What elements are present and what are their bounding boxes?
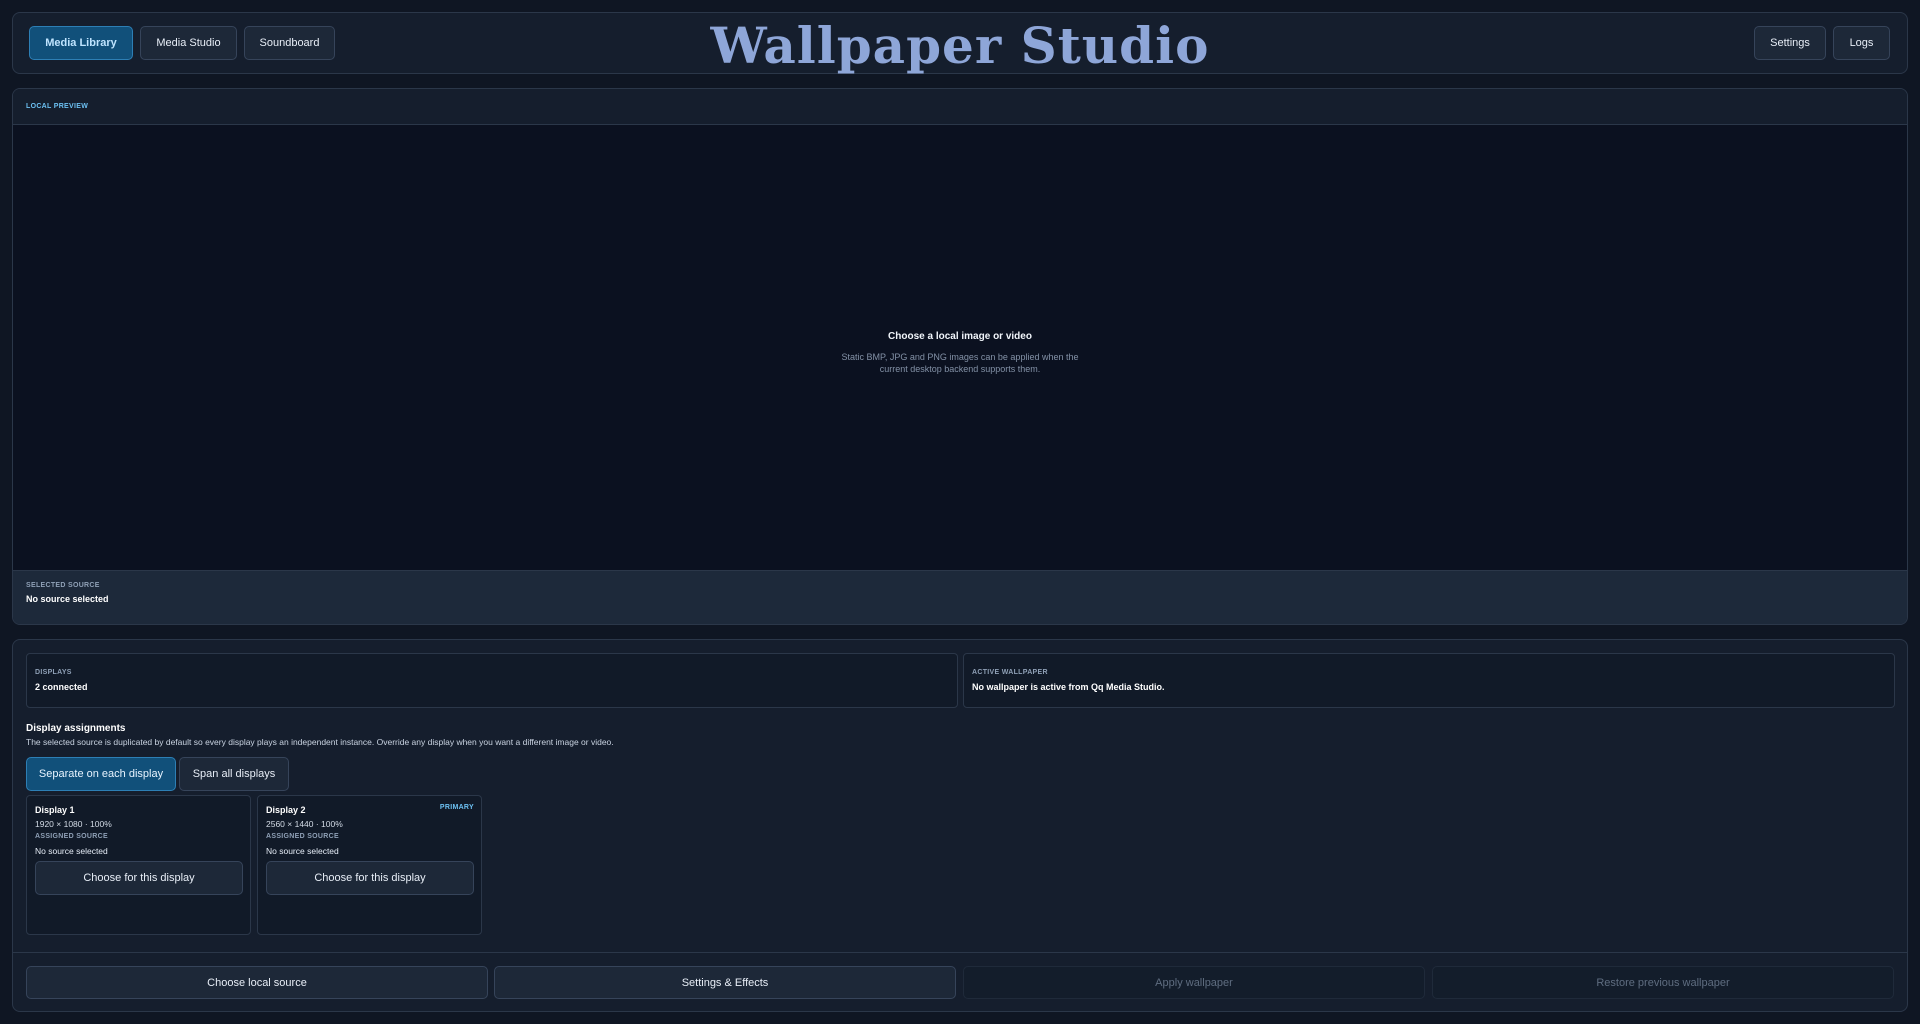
choose-for-display-button[interactable]: Choose for this display (35, 861, 243, 895)
display-resolution: 2560 × 1440 · 100% (266, 819, 343, 829)
restore-wallpaper-button[interactable]: Restore previous wallpaper (1432, 966, 1894, 999)
preview-header: LOCAL PREVIEW (13, 89, 1907, 125)
assigned-source-label: ASSIGNED SOURCE (266, 833, 339, 840)
display-name: Display 1 (35, 805, 75, 815)
preview-stage[interactable]: Choose a local image or video Static BMP… (13, 125, 1907, 570)
displays-card: DISPLAYS 2 connected (26, 653, 958, 708)
display-name: Display 2 (266, 805, 306, 815)
apply-wallpaper-button[interactable]: Apply wallpaper (963, 966, 1425, 999)
preview-label: LOCAL PREVIEW (26, 103, 89, 110)
selected-source-value: No source selected (26, 594, 109, 604)
display-settings-panel: DISPLAYS 2 connected ACTIVE WALLPAPER No… (12, 639, 1908, 1012)
tab-media-studio[interactable]: Media Studio (140, 26, 237, 60)
assignments-title: Display assignments (26, 723, 126, 734)
mode-span-button[interactable]: Span all displays (179, 757, 289, 791)
empty-state-title: Choose a local image or video (888, 331, 1032, 342)
settings-button[interactable]: Settings (1754, 26, 1826, 60)
choose-local-source-button[interactable]: Choose local source (26, 966, 488, 999)
action-divider (13, 952, 1907, 953)
active-wallpaper-value: No wallpaper is active from Qq Media Stu… (972, 682, 1165, 692)
selected-source-label: SELECTED SOURCE (26, 582, 100, 589)
selected-source-bar: SELECTED SOURCE No source selected (13, 570, 1907, 624)
primary-badge: PRIMARY (439, 804, 474, 811)
empty-state-subtitle: Static BMP, JPG and PNG images can be ap… (841, 352, 1079, 374)
display-card-1: Display 1 1920 × 1080 · 100% ASSIGNED SO… (26, 795, 251, 935)
displays-label: DISPLAYS (35, 669, 72, 676)
settings-effects-button[interactable]: Settings & Effects (494, 966, 956, 999)
display-card-2: Display 2 PRIMARY 2560 × 1440 · 100% ASS… (257, 795, 482, 935)
local-preview-panel: LOCAL PREVIEW Choose a local image or vi… (12, 88, 1908, 625)
assigned-source-value: No source selected (266, 846, 339, 856)
mode-separate-button[interactable]: Separate on each display (26, 757, 176, 791)
assigned-source-value: No source selected (35, 846, 108, 856)
tab-soundboard[interactable]: Soundboard (244, 26, 335, 60)
logs-button[interactable]: Logs (1833, 26, 1890, 60)
tab-media-library[interactable]: Media Library (29, 26, 133, 60)
choose-for-display-button[interactable]: Choose for this display (266, 861, 474, 895)
active-wallpaper-label: ACTIVE WALLPAPER (972, 669, 1048, 676)
assignments-description: The selected source is duplicated by def… (26, 737, 614, 747)
assigned-source-label: ASSIGNED SOURCE (35, 833, 108, 840)
active-wallpaper-card: ACTIVE WALLPAPER No wallpaper is active … (963, 653, 1895, 708)
display-resolution: 1920 × 1080 · 100% (35, 819, 112, 829)
displays-value: 2 connected (35, 682, 88, 692)
top-bar: Wallpaper Studio Media Library Media Stu… (12, 12, 1908, 75)
